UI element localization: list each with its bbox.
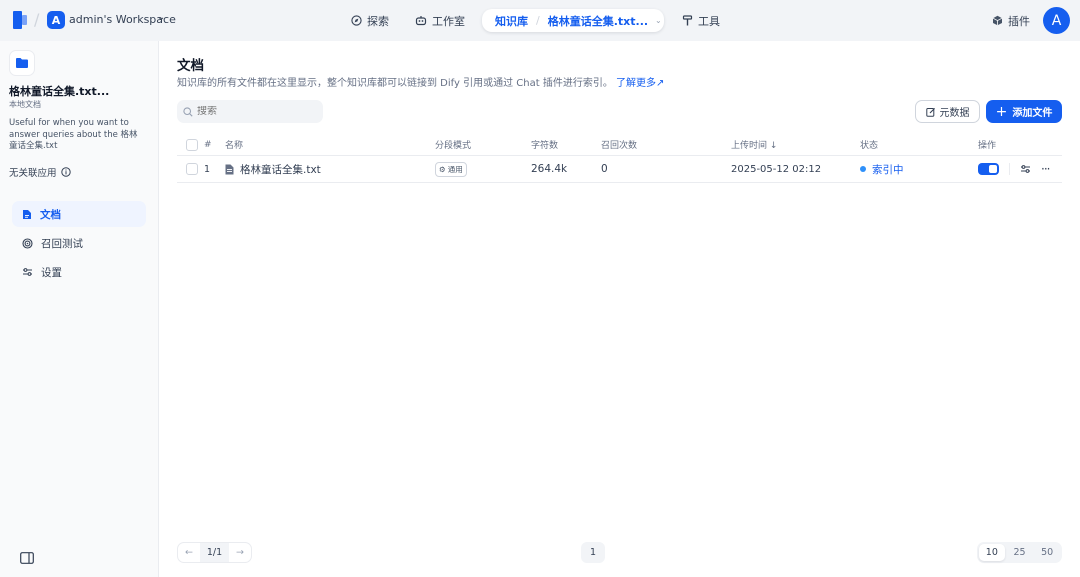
subtitle-text: 知识库的所有文件都在这里显示，整个知识库都可以链接到 Dify 引用或通过 Ch… — [177, 78, 613, 89]
row-checkbox[interactable] — [186, 163, 198, 175]
document-icon — [23, 209, 31, 219]
hammer-icon — [682, 15, 693, 26]
external-link-icon: ↗ — [656, 78, 665, 89]
gear-icon: ⚙ — [439, 164, 446, 174]
sidebar-item-documents[interactable]: 文档 — [12, 201, 146, 227]
sidebar-item-label: 设置 — [41, 266, 62, 279]
enable-toggle[interactable] — [978, 163, 999, 175]
sidebar-item-settings[interactable]: 设置 — [12, 259, 146, 285]
dataset-sidebar: 格林童话全集.txt... 本地文档 Useful for when you w… — [0, 41, 159, 577]
col-action: 操作 — [978, 141, 997, 151]
col-hit-count: 召回次数 — [601, 141, 638, 151]
add-file-button[interactable]: + 添加文件 — [986, 100, 1062, 123]
table-header: # 名称 分段模式 字符数 召回次数 上传时间 ↓ 状态 操作 — [177, 134, 1062, 156]
status-dot — [860, 166, 866, 172]
nav-separator: / — [536, 14, 540, 27]
nav-studio-label: 工作室 — [432, 14, 465, 28]
user-avatar[interactable]: A — [1043, 7, 1070, 34]
prev-page-icon[interactable]: ← — [178, 547, 200, 558]
top-navbar: / A admin's Workspace ⌄ 探索 工作室 知识库 / 格林童… — [0, 0, 1080, 41]
info-icon[interactable] — [60, 167, 71, 177]
dataset-description: Useful for when you want to answer queri… — [9, 118, 138, 151]
unlinked-label: 无关联应用 — [9, 168, 57, 179]
page-size-selector: 10 25 50 — [977, 542, 1062, 563]
sidebar-item-hit-testing[interactable]: 召回测试 — [12, 230, 146, 256]
page-subtitle: 知识库的所有文件都在这里显示，整个知识库都可以链接到 Dify 引用或通过 Ch… — [177, 74, 664, 89]
status-text: 索引中 — [872, 163, 904, 176]
nav-studio[interactable]: 工作室 — [407, 9, 473, 32]
row-index: 1 — [204, 163, 211, 175]
search-box[interactable] — [177, 100, 323, 123]
page-indicator: 1/1 — [200, 543, 229, 562]
col-char-count: 字符数 — [531, 141, 559, 151]
nav-tools[interactable]: 工具 — [674, 9, 728, 32]
linked-apps-info[interactable]: 无关联应用 — [9, 165, 71, 179]
edit-icon — [925, 107, 935, 117]
nav-explore[interactable]: 探索 — [343, 9, 397, 32]
sidebar-collapse-icon[interactable] — [20, 552, 34, 564]
documents-panel: 文档 知识库的所有文件都在这里显示，整个知识库都可以链接到 Dify 引用或通过… — [159, 41, 1080, 577]
sliders-icon — [23, 268, 32, 276]
nav-knowledge-label: 知识库 — [495, 14, 528, 28]
workspace-avatar[interactable]: A — [47, 11, 65, 29]
text-file-icon — [225, 164, 234, 174]
page-title: 文档 — [177, 58, 204, 74]
target-icon — [22, 237, 33, 249]
learn-more-link[interactable]: 了解更多↗ — [616, 78, 664, 89]
next-page-icon[interactable]: → — [229, 547, 251, 558]
nav-knowledge[interactable]: 知识库 / 格林童话全集.txt... ⌄ — [482, 9, 664, 32]
pagination-control: ← 1/1 → — [177, 542, 252, 563]
nav-plugins-label: 插件 — [1008, 14, 1030, 28]
page-number-button[interactable]: 1 — [581, 542, 605, 563]
search-input[interactable] — [197, 106, 317, 117]
add-file-button-label: 添加文件 — [1012, 108, 1053, 119]
table-row[interactable]: 1 格林童话全集.txt ⚙ 通用 264.4k 0 2025-05-12 02… — [177, 156, 1062, 183]
status-badge: 索引中 — [860, 156, 904, 182]
chevron-down-icon[interactable]: ⌄ — [655, 16, 662, 25]
compass-icon — [351, 15, 362, 26]
hit-count: 0 — [601, 163, 608, 175]
chunk-mode-badge: ⚙ 通用 — [435, 161, 467, 177]
nav-dataset-name[interactable]: 格林童话全集.txt... — [548, 13, 648, 29]
plus-icon: + — [995, 103, 1008, 120]
col-status: 状态 — [860, 141, 879, 151]
search-icon — [183, 106, 193, 117]
folder-icon — [9, 50, 35, 76]
select-all-checkbox[interactable] — [186, 138, 198, 151]
char-count: 264.4k — [531, 163, 568, 175]
page-size-option[interactable]: 25 — [1007, 544, 1033, 561]
col-index: # — [204, 139, 212, 150]
robot-icon — [415, 16, 427, 26]
dify-logo[interactable] — [12, 10, 28, 30]
settings-sliders-icon[interactable] — [1020, 164, 1031, 174]
document-name[interactable]: 格林童话全集.txt — [240, 162, 321, 177]
page-size-option[interactable]: 10 — [979, 544, 1005, 561]
chevron-down-icon[interactable]: ⌄ — [157, 12, 165, 23]
nav-tools-label: 工具 — [698, 14, 720, 28]
metadata-button[interactable]: 元数据 — [915, 100, 980, 123]
nav-plugins[interactable]: 插件 — [984, 9, 1038, 32]
page-size-option[interactable]: 50 — [1034, 544, 1060, 561]
col-name: 名称 — [225, 141, 244, 151]
upload-time: 2025-05-12 02:12 — [731, 163, 822, 175]
divider — [1009, 163, 1010, 175]
nav-explore-label: 探索 — [367, 14, 389, 28]
col-upload-time[interactable]: 上传时间 ↓ — [731, 134, 777, 155]
sidebar-item-label: 召回测试 — [41, 237, 83, 250]
cube-icon — [992, 15, 1003, 26]
sidebar-item-label: 文档 — [40, 208, 61, 221]
dataset-type: 本地文档 — [9, 100, 41, 109]
metadata-button-label: 元数据 — [939, 108, 970, 119]
more-options-icon[interactable]: ··· — [1041, 162, 1051, 176]
breadcrumb-separator: / — [34, 10, 40, 29]
dataset-name: 格林童话全集.txt... — [9, 85, 110, 98]
col-chunk-mode: 分段模式 — [435, 141, 472, 151]
